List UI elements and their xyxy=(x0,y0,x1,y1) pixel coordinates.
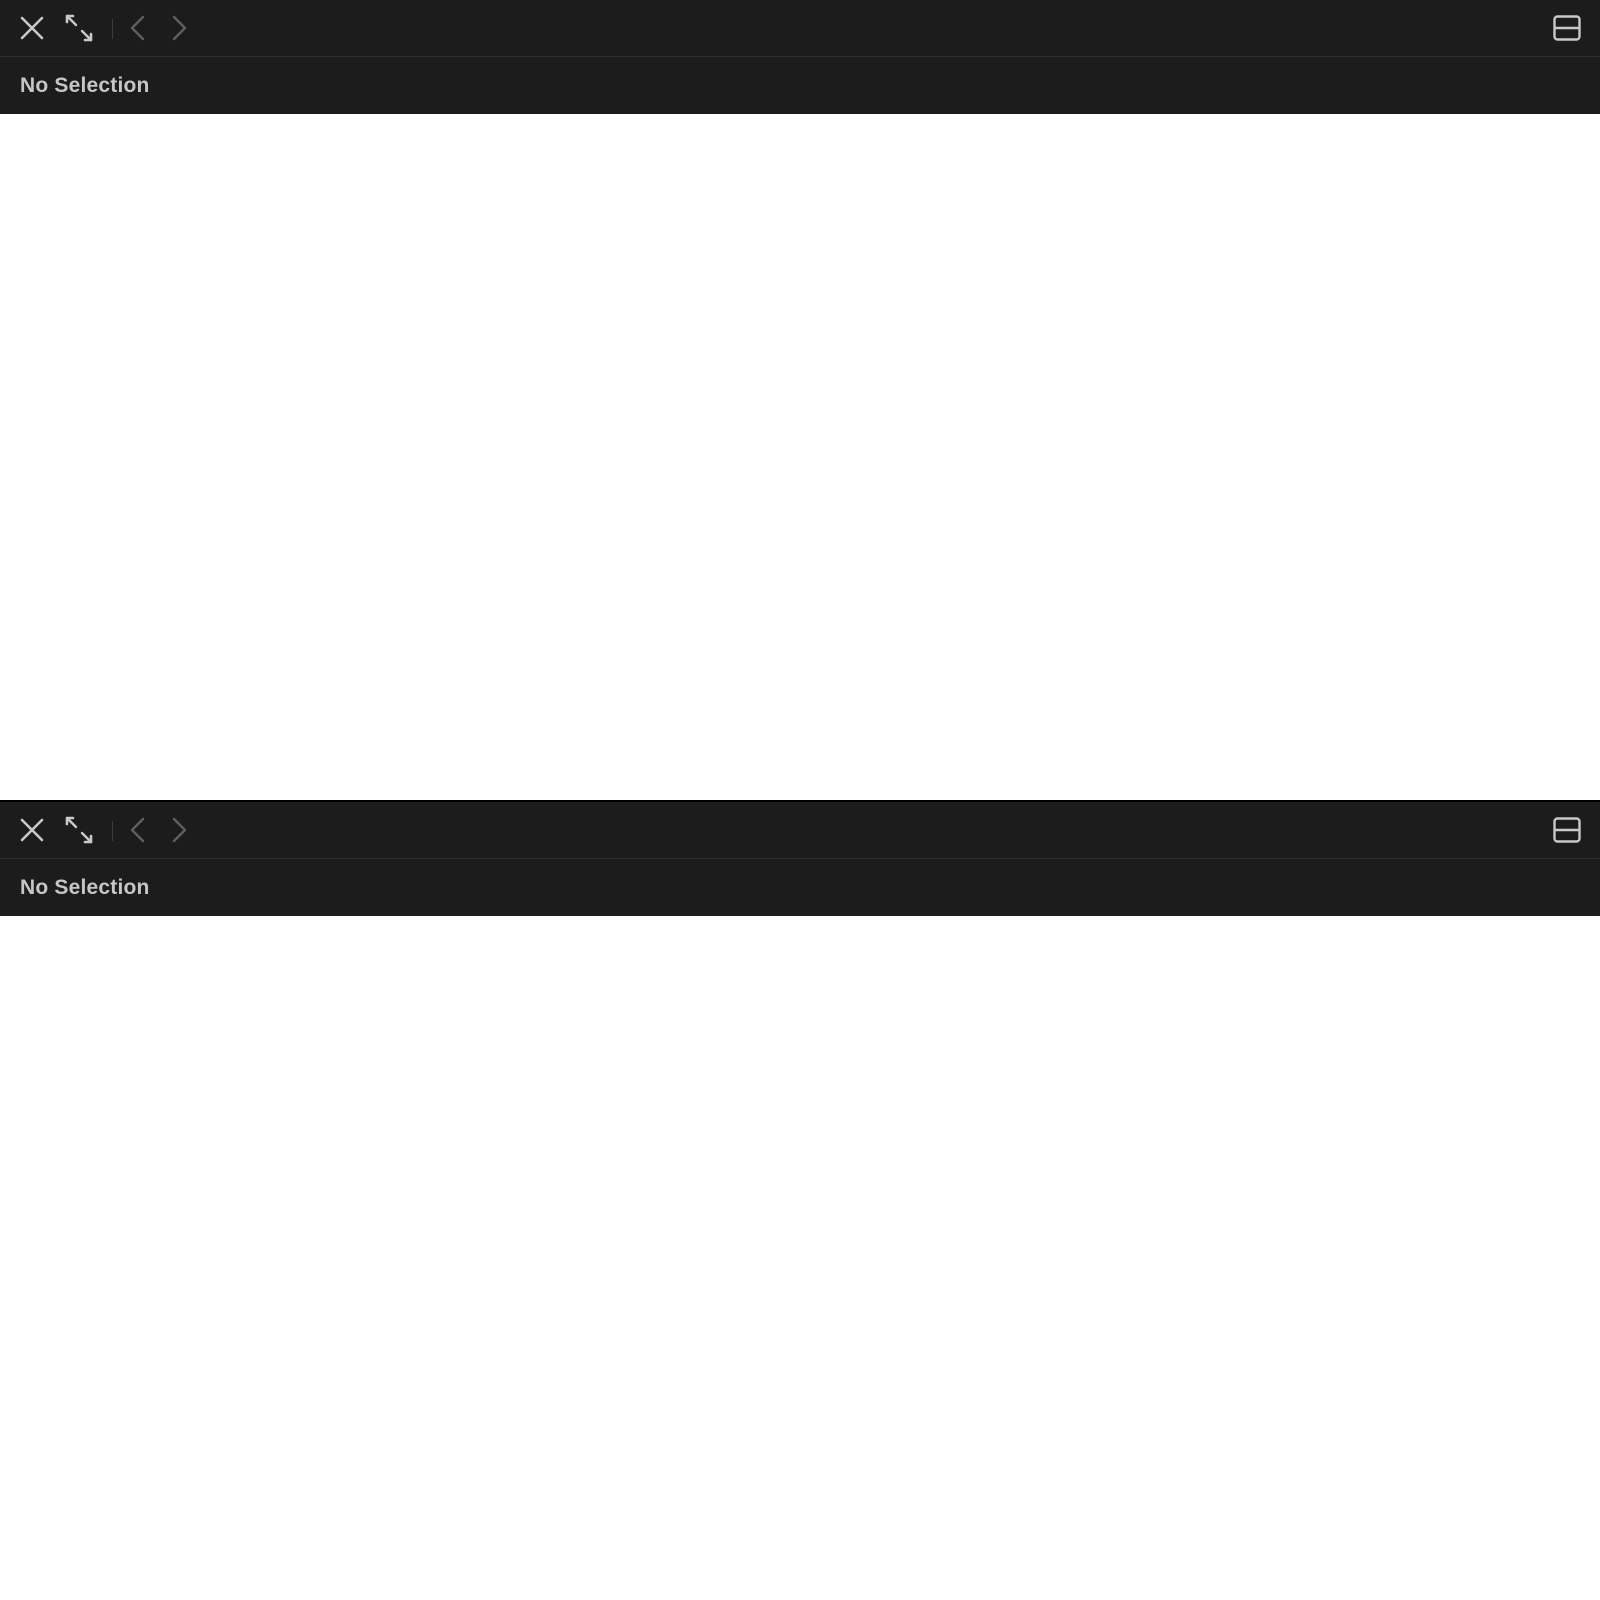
pane-toolbar xyxy=(0,802,1600,859)
close-icon[interactable] xyxy=(14,10,50,46)
expand-icon[interactable] xyxy=(61,10,97,46)
chevron-left-icon[interactable] xyxy=(121,812,157,848)
pane-toolbar xyxy=(0,0,1600,57)
chevron-left-icon[interactable] xyxy=(121,10,157,46)
pane-header: No Selection xyxy=(0,57,1600,114)
toolbar-divider xyxy=(112,821,113,841)
toolbar-divider xyxy=(112,19,113,39)
close-icon[interactable] xyxy=(14,812,50,848)
chevron-right-icon[interactable] xyxy=(161,10,197,46)
pane-title: No Selection xyxy=(20,74,150,97)
expand-icon[interactable] xyxy=(61,812,97,848)
chevron-right-icon[interactable] xyxy=(161,812,197,848)
pane-content xyxy=(0,114,1600,800)
split-layout-icon[interactable] xyxy=(1549,812,1585,848)
pane-header: No Selection xyxy=(0,859,1600,916)
inspector-pane-top: No Selection xyxy=(0,0,1600,800)
pane-content xyxy=(0,916,1600,1600)
pane-title: No Selection xyxy=(20,876,150,899)
inspector-pane-bottom: No Selection xyxy=(0,802,1600,1600)
split-layout-icon[interactable] xyxy=(1549,10,1585,46)
